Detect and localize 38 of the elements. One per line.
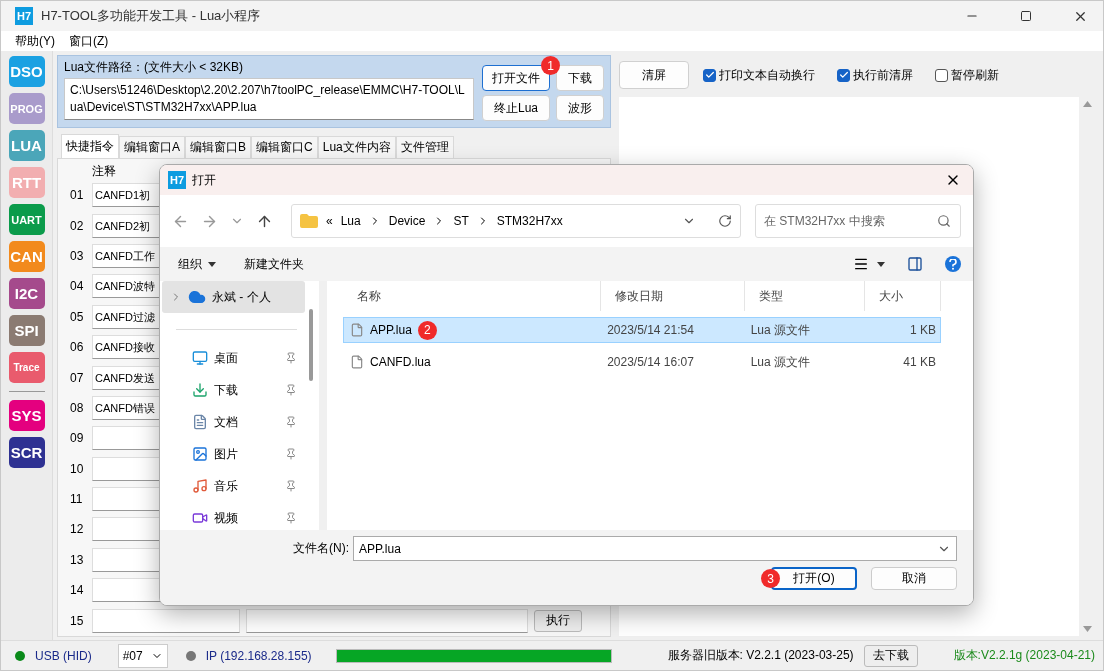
dialog-title: 打开 (192, 171, 216, 189)
row-number: 11 (70, 492, 84, 507)
file-size: 1 KB (909, 323, 937, 337)
step-badge: 1 (541, 56, 560, 75)
checkbox-label: 执行前清屏 (853, 66, 913, 84)
row-number: 14 (70, 583, 85, 598)
row-number: 06 (70, 340, 85, 355)
row-number: 13 (70, 552, 85, 567)
row-number: 03 (70, 248, 85, 263)
file-type: Lua 源文件 (749, 353, 811, 371)
file-name: CANFD.lua (370, 355, 431, 369)
row-number: 09 (70, 431, 85, 446)
usb-status: USB (HID) (35, 648, 92, 663)
checkbox-label: 打印文本自动换行 (719, 66, 815, 84)
app-logo: H7 (168, 171, 186, 189)
row-number: 07 (70, 370, 85, 385)
row-number: 05 (70, 309, 85, 324)
step-badge: 2 (417, 320, 437, 340)
path-label: Lua文件路径：(文件大小 < 32KB) (64, 59, 245, 76)
file-date: 2023/5/14 21:54 (606, 323, 695, 337)
file-date: 2023/5/14 16:07 (606, 355, 695, 369)
checkbox-label: 暂停刷新 (951, 66, 999, 84)
row-number: 04 (70, 279, 85, 294)
row-number: 08 (70, 400, 85, 415)
row-number: 15 (70, 613, 85, 628)
server-version: 服务器旧版本: V2.2.1 (2023-03-25) (667, 647, 854, 664)
row-number: 10 (70, 461, 85, 476)
row-number: 01 (70, 188, 85, 203)
filename-label: 文件名(N): (293, 540, 349, 557)
ip-status: IP (192.168.28.155) (205, 648, 312, 663)
file-size: 41 KB (902, 355, 937, 369)
window-title: H7-TOOL多功能开发工具 - Lua小程序 (41, 7, 262, 25)
row-number: 02 (70, 218, 85, 233)
app-version: 版本:V2.2.1g (2023-04-21) (953, 647, 1095, 664)
file-name: APP.lua (370, 323, 412, 337)
row-number: 12 (70, 522, 85, 537)
file-type: Lua 源文件 (749, 321, 811, 339)
app-logo: H7 (15, 7, 33, 25)
